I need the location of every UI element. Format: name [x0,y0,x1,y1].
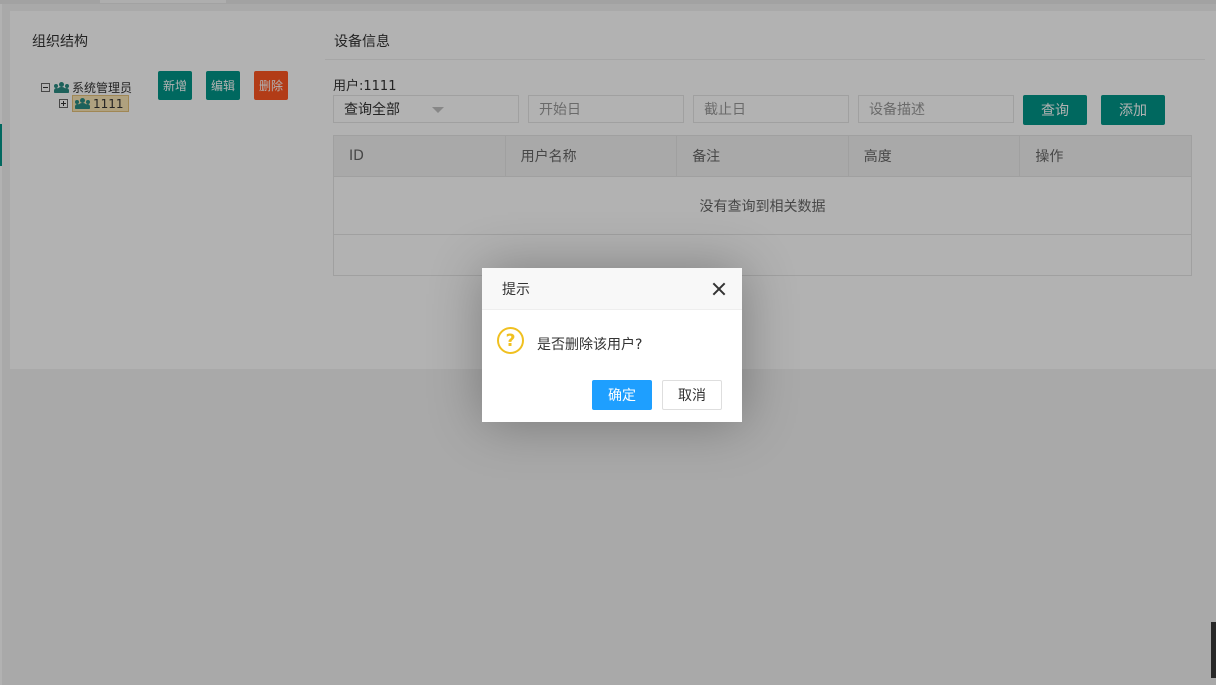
dialog-header: 提示 [482,268,742,310]
dialog-title: 提示 [502,281,530,298]
confirm-dialog: 提示 ? 是否删除该用户? 确定 取消 [482,268,742,422]
question-icon: ? [497,327,524,354]
confirm-button[interactable]: 确定 [592,380,652,410]
close-icon[interactable] [712,282,726,296]
cancel-button[interactable]: 取消 [662,380,722,410]
dialog-message: 是否删除该用户? [537,337,643,353]
